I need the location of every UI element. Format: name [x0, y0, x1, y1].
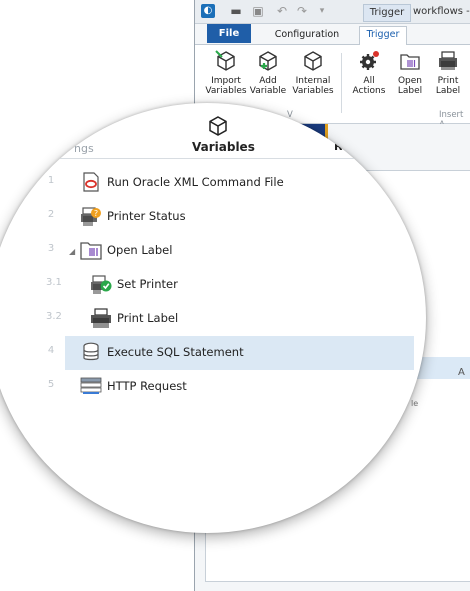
set-printer-icon [91, 275, 112, 294]
canvas-side-letter: A [458, 367, 465, 378]
action-number: 3 [47, 243, 55, 254]
tab-configuration-items[interactable]: Configuration Items [263, 27, 351, 56]
action-row[interactable]: 3.2 Print Label [0, 302, 426, 336]
action-label: Execute SQL Statement [107, 345, 244, 359]
action-row[interactable]: 5 HTTP Request [0, 370, 426, 404]
tab-file[interactable]: File [207, 24, 251, 43]
redo-icon[interactable]: ↷ [295, 4, 309, 18]
magnifier-lens: ngs Variables Rd and send ASN workflow 1… [0, 103, 426, 533]
gear-icon [360, 51, 379, 70]
collapse-triangle-icon[interactable]: ◢ [69, 247, 75, 256]
print-label-icon [91, 308, 111, 328]
action-row[interactable]: 2 ? Printer Status [0, 200, 426, 234]
open-label-button[interactable]: Open Label [393, 49, 427, 96]
save-icon[interactable]: ▣ [251, 4, 265, 18]
action-row[interactable]: 3 ◢ Open Label [0, 234, 426, 268]
all-actions-label: All Actions [352, 76, 386, 96]
open-label-icon [400, 54, 420, 70]
oracle-xml-icon [83, 172, 99, 192]
action-label: Open Label [107, 243, 173, 257]
all-actions-button[interactable]: All Actions [349, 49, 389, 96]
printer-status-icon: ? [81, 207, 101, 226]
action-number: 3.2 [46, 311, 62, 322]
window-title: workflows - A [413, 6, 470, 17]
action-row[interactable]: 1 Run Oracle XML Command File [0, 166, 426, 200]
context-tab-trigger: Trigger [363, 4, 411, 22]
print-label-ribbon-label: Print Label [435, 76, 461, 96]
quick-access-dropdown-icon[interactable]: ▾ [315, 4, 329, 18]
action-label: Set Printer [117, 277, 178, 291]
internal-variables-button[interactable]: Internal Variables [291, 49, 335, 96]
open-label-icon [80, 242, 102, 260]
workflow-title: Rd and send ASN workflow [334, 140, 426, 153]
action-number: 2 [47, 209, 55, 220]
open-folder-icon[interactable]: ▬ [229, 4, 243, 18]
add-variable-icon [259, 51, 277, 71]
action-number: 1 [47, 175, 55, 186]
tab-settings[interactable]: ngs [74, 142, 94, 155]
action-row[interactable]: 3.1 Set Printer [0, 268, 426, 302]
magnified-content: ngs Variables Rd and send ASN workflow 1… [0, 103, 426, 533]
printer-icon [439, 51, 457, 70]
import-variables-icon [215, 50, 235, 71]
add-variable-button[interactable]: Add Variable [249, 49, 287, 96]
svg-text:?: ? [94, 209, 98, 218]
app-logo-icon[interactable]: ◐ [201, 4, 215, 18]
action-label: Printer Status [107, 209, 186, 223]
tab-variables[interactable]: Variables [192, 140, 255, 154]
action-number: 3.1 [46, 277, 62, 288]
undo-icon[interactable]: ↶ [275, 4, 289, 18]
print-label-button[interactable]: Print Label [431, 49, 465, 96]
internal-variables-label: Internal Variables [292, 76, 334, 96]
tab-trigger[interactable]: Trigger [359, 26, 407, 45]
action-label: Print Label [117, 311, 179, 325]
action-label: HTTP Request [107, 379, 187, 393]
import-variables-label: Import Variables [205, 76, 247, 96]
add-variable-label: Add Variable [249, 76, 287, 96]
action-number: 4 [47, 345, 55, 356]
title-bar: ◐ ▬ ▣ ↶ ↷ ▾ Trigger workflows - A [195, 0, 470, 24]
import-variables-button[interactable]: Import Variables [205, 49, 247, 96]
action-label: Run Oracle XML Command File [107, 175, 284, 189]
ribbon-tab-row: File Configuration Items Trigger [195, 24, 470, 56]
http-request-icon [80, 377, 102, 394]
internal-variables-icon [304, 51, 322, 71]
database-icon [83, 342, 99, 361]
action-number: 5 [47, 379, 55, 390]
action-row-selected[interactable]: 4 Execute SQL Statement [0, 336, 426, 370]
workflow-title-text: d and send ASN workflow [342, 140, 426, 153]
variables-cube-icon [209, 116, 227, 136]
open-label-ribbon-label: Open Label [397, 76, 423, 96]
